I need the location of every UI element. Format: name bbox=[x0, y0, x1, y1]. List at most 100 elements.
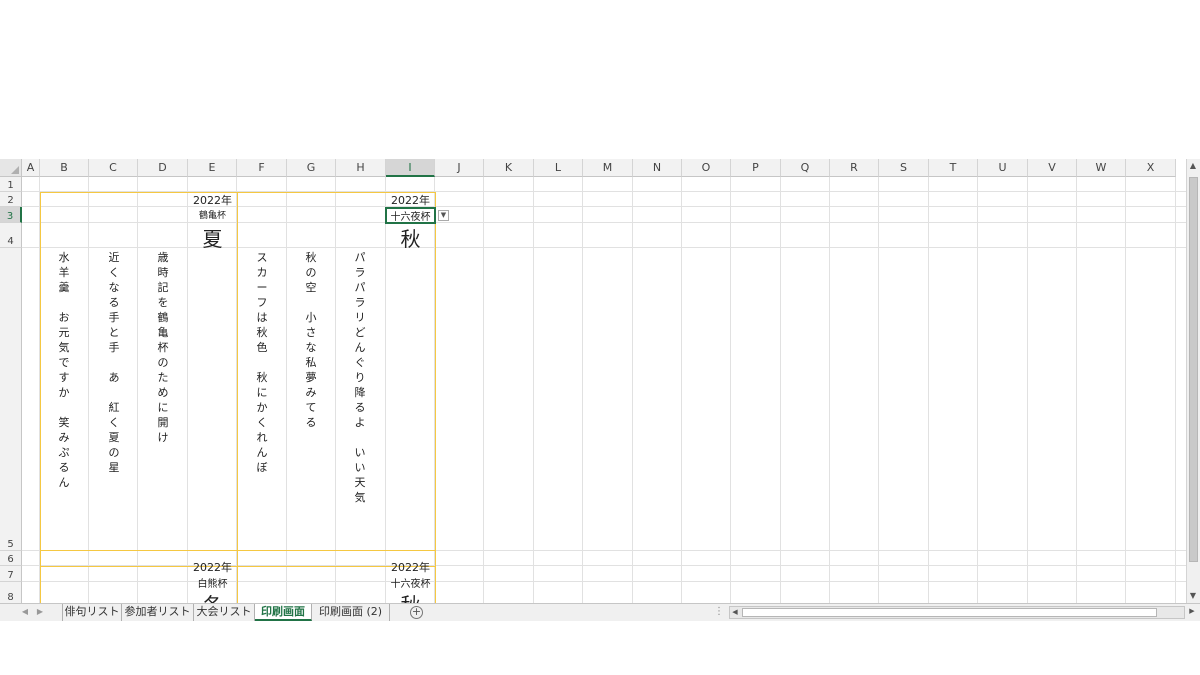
card-contest[interactable]: 白熊杯 bbox=[188, 575, 237, 590]
haiku-cell[interactable]: スカーフは秋色秋にかくれんぼ bbox=[255, 252, 269, 477]
column-header[interactable]: O bbox=[682, 159, 731, 177]
haiku-cell[interactable]: 水羊羹お元気ですか笑みぷるん bbox=[57, 252, 71, 492]
haiku-char: く bbox=[108, 416, 120, 429]
haiku-char: み bbox=[58, 431, 70, 444]
card-border bbox=[40, 192, 436, 193]
tab-contest-list[interactable]: 大会リスト bbox=[194, 604, 255, 621]
spreadsheet-grid[interactable]: ABCDEFGHIJKLMNOPQRSTUVWX 12345678 2022年 … bbox=[0, 159, 1186, 604]
column-header[interactable]: H bbox=[336, 159, 386, 177]
haiku-char: ぼ bbox=[256, 461, 268, 474]
column-header[interactable]: R bbox=[830, 159, 879, 177]
haiku-char bbox=[353, 432, 367, 447]
column-header[interactable]: C bbox=[89, 159, 138, 177]
haiku-char: で bbox=[58, 356, 70, 369]
haiku-char: 気 bbox=[354, 491, 366, 504]
haiku-char bbox=[57, 402, 71, 417]
row-header[interactable]: 5 bbox=[0, 248, 22, 551]
column-header[interactable]: Q bbox=[781, 159, 830, 177]
haiku-cell[interactable]: パラパラリどんぐり降るよいい天気 bbox=[353, 252, 367, 507]
column-header[interactable]: N bbox=[633, 159, 682, 177]
haiku-char: か bbox=[256, 401, 268, 414]
plus-circle-icon[interactable]: + bbox=[410, 606, 423, 619]
column-header[interactable]: S bbox=[879, 159, 929, 177]
column-header[interactable]: K bbox=[484, 159, 534, 177]
scroll-down-icon[interactable]: ▼ bbox=[1187, 591, 1199, 600]
grid-vline bbox=[928, 177, 929, 604]
haiku-char: み bbox=[305, 386, 317, 399]
haiku-char bbox=[255, 357, 269, 372]
card-year[interactable]: 2022年 bbox=[188, 192, 237, 208]
haiku-char: 鶴 bbox=[157, 311, 169, 324]
row-header[interactable]: 6 bbox=[0, 551, 22, 566]
tab-haiku-list[interactable]: 俳句リスト bbox=[62, 604, 122, 621]
horizontal-scrollbar[interactable]: ◀ bbox=[729, 606, 1185, 619]
card-season[interactable]: 夏 bbox=[188, 223, 237, 252]
column-header[interactable]: E bbox=[188, 159, 237, 177]
column-header[interactable]: A bbox=[22, 159, 40, 177]
card-year[interactable]: 2022年 bbox=[386, 192, 435, 208]
column-header[interactable]: V bbox=[1028, 159, 1077, 177]
card-year[interactable]: 2022年 bbox=[188, 559, 237, 575]
column-header[interactable]: D bbox=[138, 159, 188, 177]
vertical-scroll-thumb[interactable] bbox=[1189, 177, 1198, 562]
tab-participant-list[interactable]: 参加者リスト bbox=[122, 604, 194, 621]
column-header[interactable]: I bbox=[386, 159, 435, 177]
scroll-up-icon[interactable]: ▲ bbox=[1187, 161, 1199, 170]
grid-vline bbox=[137, 177, 138, 604]
tab-print-screen-2[interactable]: 印刷画面 (2) bbox=[312, 604, 390, 621]
haiku-cell[interactable]: 近くなる手と手あ紅く夏の星 bbox=[107, 252, 121, 477]
column-header[interactable]: X bbox=[1126, 159, 1176, 177]
row-header[interactable]: 8 bbox=[0, 582, 22, 604]
splitter-handle-icon[interactable]: ⋮ bbox=[714, 606, 724, 617]
column-header[interactable]: L bbox=[534, 159, 583, 177]
grid-vline bbox=[632, 177, 633, 604]
column-header[interactable]: G bbox=[287, 159, 336, 177]
haiku-char: の bbox=[108, 446, 120, 459]
triangle-right-icon[interactable]: ▶ bbox=[34, 607, 46, 616]
haiku-char: 私 bbox=[305, 356, 317, 369]
horizontal-scroll-thumb[interactable] bbox=[742, 608, 1157, 617]
card-season[interactable]: 秋 bbox=[386, 589, 435, 604]
haiku-char: 歳 bbox=[157, 251, 169, 264]
card-border bbox=[40, 192, 41, 604]
haiku-char: 秋 bbox=[256, 326, 268, 339]
row-header[interactable]: 3 bbox=[0, 207, 22, 223]
select-all-corner[interactable] bbox=[0, 159, 22, 177]
row-header[interactable]: 2 bbox=[0, 192, 22, 207]
haiku-char: ス bbox=[256, 251, 268, 264]
haiku-char: 近 bbox=[108, 251, 120, 264]
haiku-char: た bbox=[157, 371, 169, 384]
active-cell[interactable] bbox=[385, 207, 436, 224]
haiku-cell[interactable]: 秋の空小さな私夢みてる bbox=[304, 252, 318, 432]
haiku-char: か bbox=[58, 386, 70, 399]
haiku-char: 色 bbox=[256, 341, 268, 354]
haiku-char: カ bbox=[256, 266, 268, 279]
grid-vline bbox=[286, 177, 287, 604]
row-header[interactable]: 1 bbox=[0, 177, 22, 192]
card-season[interactable]: 冬 bbox=[188, 589, 237, 604]
row-header[interactable]: 7 bbox=[0, 566, 22, 582]
column-header[interactable]: M bbox=[583, 159, 633, 177]
row-header[interactable]: 4 bbox=[0, 223, 22, 248]
column-header[interactable]: J bbox=[435, 159, 484, 177]
scroll-left-icon[interactable]: ◀ bbox=[730, 608, 740, 616]
column-header[interactable]: P bbox=[731, 159, 781, 177]
column-header[interactable]: W bbox=[1077, 159, 1126, 177]
card-contest[interactable]: 十六夜杯 bbox=[386, 575, 435, 590]
tab-print-screen[interactable]: 印刷画面 bbox=[255, 604, 312, 621]
grid-vline bbox=[335, 177, 336, 604]
column-header[interactable]: B bbox=[40, 159, 89, 177]
column-header[interactable]: T bbox=[929, 159, 978, 177]
card-season[interactable]: 秋 bbox=[386, 223, 435, 252]
haiku-char: ん bbox=[58, 476, 70, 489]
scroll-right-icon[interactable]: ▶ bbox=[1186, 607, 1198, 615]
card-contest[interactable]: 鶴亀杯 bbox=[188, 208, 237, 221]
chevron-down-icon[interactable]: ▼ bbox=[438, 210, 449, 221]
vertical-scrollbar[interactable]: ▲ ▼ bbox=[1186, 159, 1200, 604]
column-header[interactable]: U bbox=[978, 159, 1028, 177]
triangle-left-icon[interactable]: ◀ bbox=[19, 607, 31, 616]
card-year[interactable]: 2022年 bbox=[386, 559, 435, 575]
column-header[interactable]: F bbox=[237, 159, 287, 177]
grid-vline bbox=[829, 177, 830, 604]
haiku-cell[interactable]: 歳時記を鶴亀杯のために開け bbox=[156, 252, 170, 447]
